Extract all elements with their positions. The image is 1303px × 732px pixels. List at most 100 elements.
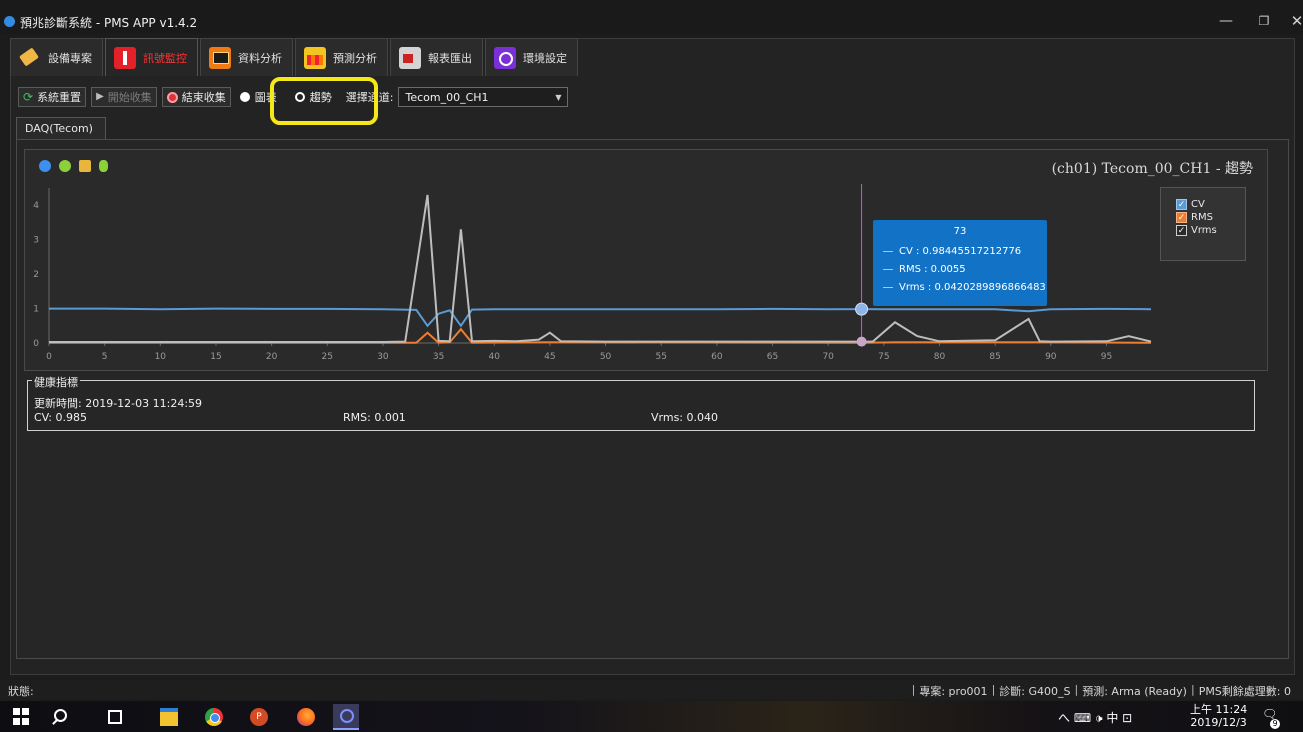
legend-label: RMS	[1191, 211, 1213, 223]
separator: |	[911, 683, 916, 696]
settings-icon	[494, 46, 516, 69]
file-explorer-icon[interactable]	[160, 708, 178, 726]
main-tabs: 設備專案 訊號監控 資料分析 預測分析 報表匯出 環境設定	[10, 38, 580, 76]
close-button[interactable]: ✕	[1283, 10, 1303, 32]
maximize-button[interactable]: ❐	[1250, 10, 1278, 32]
dash-icon	[883, 250, 893, 252]
tab-report-export[interactable]: 報表匯出	[390, 38, 483, 76]
x-tick-label: 30	[377, 352, 389, 362]
toolbar: ⟳ 系統重置 ▶ 開始收集 結束收集 圖表 趨勢 選擇通道: Tecom_00_…	[18, 86, 569, 108]
health-rms: RMS: 0.001	[343, 411, 406, 424]
clock-time: 上午 11:24	[1190, 703, 1248, 716]
y-tick-label: 2	[33, 270, 39, 280]
start-collect-button[interactable]: ▶ 開始收集	[91, 87, 157, 107]
firefox-icon[interactable]	[297, 708, 315, 726]
health-cv: CV: 0.985	[34, 411, 88, 424]
x-tick-label: 20	[266, 352, 278, 362]
status-pms-count: PMS剩餘處理數: 0	[1198, 685, 1291, 698]
tab-label: 設備專案	[48, 51, 92, 65]
windows-start-icon[interactable]	[13, 708, 31, 726]
x-tick-label: 95	[1101, 352, 1112, 362]
dash-icon	[883, 268, 893, 270]
radio-chart-indicator	[239, 92, 250, 102]
radio-chart[interactable]: 圖表	[239, 89, 277, 105]
x-tick-label: 80	[934, 352, 946, 362]
x-tick-label: 75	[878, 352, 889, 362]
checkbox-icon: ✓	[1176, 211, 1187, 223]
x-tick-label: 60	[711, 352, 723, 362]
checkbox-icon: ✓	[1176, 224, 1187, 236]
tab-prediction[interactable]: 預測分析	[295, 38, 388, 76]
tab-label: 資料分析	[238, 51, 282, 65]
tooltip-cv: CV : 0.98445517212776	[899, 245, 1022, 257]
status-bar: 狀態: | 專案: pro001 | 診斷: G400_S | 預測: Arma…	[0, 680, 1303, 699]
tooltip-rms: RMS : 0.0055	[899, 263, 966, 275]
radio-trend-indicator	[294, 92, 305, 102]
powerpoint-icon[interactable]: P	[250, 708, 268, 726]
health-legend: 健康指標	[32, 374, 80, 390]
tooltip-row-cv: CV : 0.98445517212776	[873, 242, 1047, 260]
minimize-button[interactable]: —	[1212, 10, 1240, 32]
clock-date: 2019/12/3	[1190, 716, 1247, 729]
tag-icon	[19, 47, 41, 69]
stop-label: 結束收集	[181, 91, 226, 104]
tab-daq[interactable]: DAQ(Tecom)	[16, 117, 106, 139]
reset-label: 系統重置	[37, 91, 82, 104]
chart-plot: 012340 5 10 15 20 25 30 35 40 45 50 55 60 65 70 75 80 85 9…	[33, 184, 1152, 362]
cursor-marker-vrms	[856, 336, 867, 347]
health-panel: 健康指標 更新時間: 2019-12-03 11:24:59 CV: 0.985…	[27, 374, 1255, 431]
channel-select[interactable]: Tecom_00_CH1 ▼	[398, 87, 569, 107]
status-diagnosis: 診斷: G400_S	[999, 685, 1071, 698]
x-tick-label: 85	[989, 352, 1000, 362]
legend-item-cv[interactable]: ✓ CV	[1176, 198, 1245, 210]
trend-chart: (ch01) Tecom_00_CH1 - 趨勢 0 1 2 3 4 0 5 10 15 20 25…	[24, 149, 1268, 371]
tab-data-analysis[interactable]: 資料分析	[200, 38, 293, 76]
pms-app-icon[interactable]	[333, 704, 359, 730]
status-right: | 專案: pro001 | 診斷: G400_S | 預測: Arma (Re…	[912, 683, 1291, 699]
legend-label: Vrms	[1191, 224, 1217, 236]
x-tick-label: 40	[489, 352, 501, 362]
legend-item-rms[interactable]: ✓ RMS	[1176, 211, 1245, 223]
tab-label: 訊號監控	[143, 51, 187, 65]
tab-projects[interactable]: 設備專案	[10, 38, 103, 76]
y-tick-label: 3	[33, 236, 39, 246]
legend-item-vrms[interactable]: ✓ Vrms	[1176, 224, 1245, 236]
search-icon[interactable]	[50, 708, 68, 726]
x-tick-label: 55	[655, 352, 666, 362]
series-line-cv	[49, 307, 1152, 328]
monitor-icon	[114, 46, 136, 69]
x-tick-label: 45	[544, 352, 555, 362]
separator: |	[1190, 683, 1195, 696]
clock[interactable]: 上午 11:24 2019/12/3	[1190, 703, 1247, 729]
y-tick-label: 0	[33, 339, 39, 349]
radio-trend[interactable]: 趨勢	[294, 89, 332, 105]
tab-signal-monitor[interactable]: 訊號監控	[105, 38, 198, 76]
chart-legend: ✓ CV ✓ RMS ✓ Vrms	[1160, 187, 1246, 261]
notification-badge: 9	[1270, 719, 1280, 729]
tooltip-row-rms: RMS : 0.0055	[873, 260, 1047, 278]
system-reset-button[interactable]: ⟳ 系統重置	[18, 87, 87, 107]
tab-label: 報表匯出	[428, 51, 472, 65]
y-tick-label: 1	[33, 305, 39, 315]
channel-label: 選擇通道:	[345, 91, 394, 104]
chart-tooltip: 73 CV : 0.98445517212776 RMS : 0.0055 Vr…	[873, 220, 1047, 306]
tooltip-x: 73	[953, 226, 967, 237]
cursor-marker-cv	[855, 302, 869, 316]
channel-value: Tecom_00_CH1	[405, 90, 489, 104]
health-updated-time: 更新時間: 2019-12-03 11:24:59	[34, 397, 203, 410]
stop-collect-button[interactable]: 結束收集	[161, 87, 231, 107]
chrome-icon[interactable]	[205, 708, 223, 726]
x-tick-label: 65	[767, 352, 778, 362]
refresh-icon: ⟳	[23, 90, 34, 104]
system-tray[interactable]: へ ⌨ 🕩 中 ⊡	[1058, 709, 1132, 726]
x-tick-label: 25	[322, 352, 333, 362]
task-view-icon[interactable]	[108, 710, 122, 724]
x-tick-label: 0	[46, 352, 52, 362]
chevron-down-icon: ▼	[555, 92, 562, 102]
app-icon	[4, 16, 15, 27]
x-tick-label: 50	[600, 352, 612, 362]
x-tick-label: 5	[102, 352, 108, 362]
tab-settings[interactable]: 環境設定	[485, 38, 578, 76]
tooltip-vrms: Vrms : 0.0420289896866483	[899, 281, 1046, 293]
separator: |	[991, 683, 996, 696]
